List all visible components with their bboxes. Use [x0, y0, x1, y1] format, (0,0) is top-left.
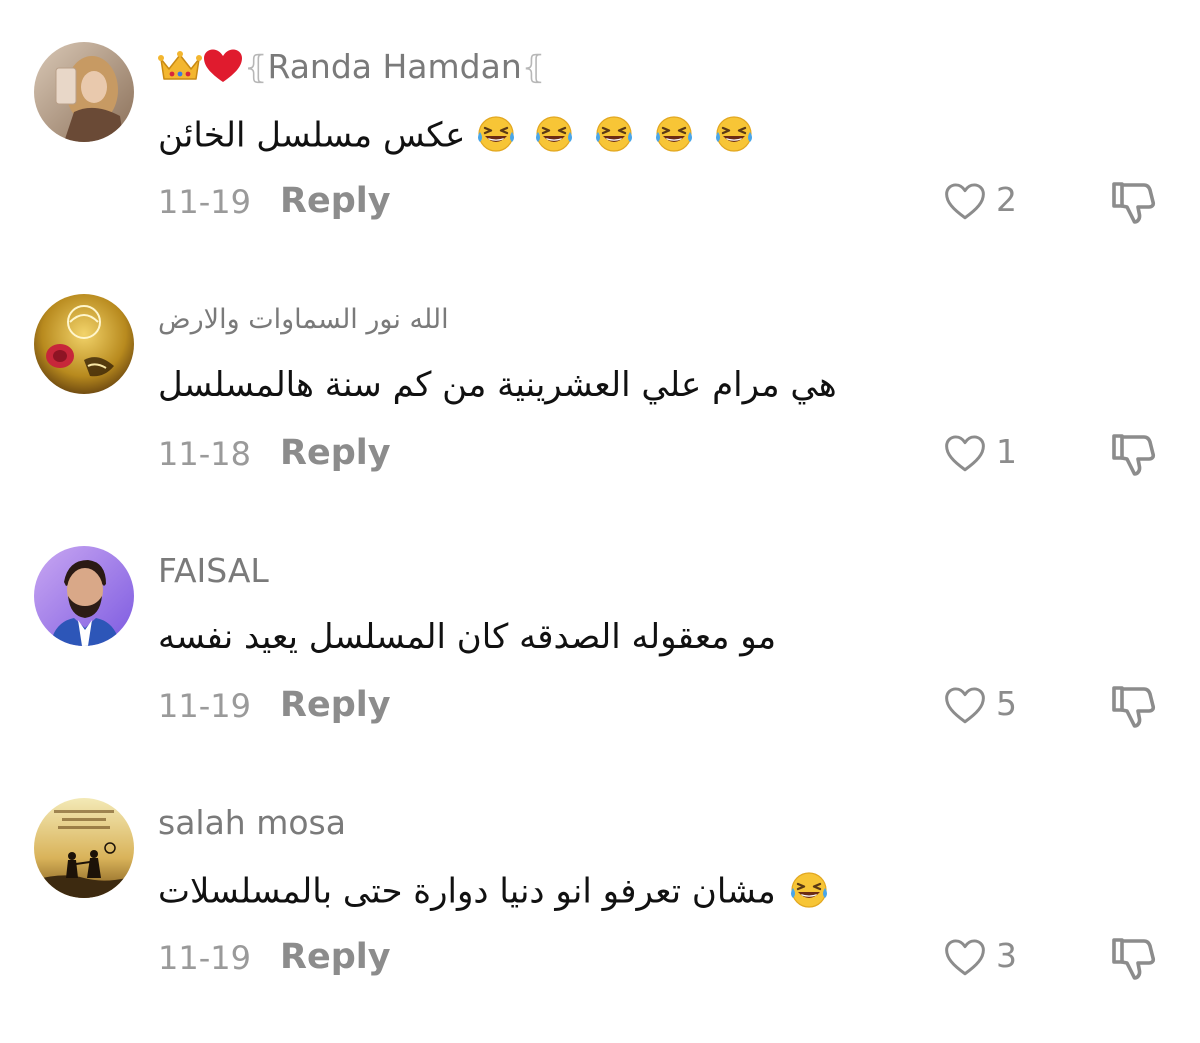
dislike-button[interactable] [1108, 430, 1158, 480]
like-count: 2 [996, 180, 1017, 219]
comment-text: مو معقوله الصدقه كان المسلسل يعيد نفسه [158, 617, 777, 657]
thumbs-down-icon [1112, 182, 1156, 224]
like-button[interactable]: 2 [944, 178, 1030, 226]
comment-item: ⦃Randa Hamdan⦃ عكس مسلسل الخائن 11-19 Re… [0, 0, 1200, 252]
red-heart-emoji [202, 48, 244, 89]
reply-button[interactable]: Reply [280, 436, 391, 471]
comment-body: مو معقوله الصدقه كان المسلسل يعيد نفسه [158, 620, 776, 654]
username[interactable]: salah mosa [158, 806, 346, 839]
decorative-bracket: ⦃ [244, 48, 268, 86]
heart-outline-icon [945, 939, 985, 976]
like-button[interactable]: 3 [944, 934, 1030, 982]
reply-button[interactable]: Reply [280, 688, 391, 723]
dislike-button[interactable] [1108, 934, 1158, 984]
crown-emoji [158, 49, 202, 88]
comment-date: 11-19 [158, 939, 251, 977]
like-button[interactable]: 5 [944, 682, 1030, 730]
comment-item: salah mosa مشان تعرفو انو دنيا دوارة حتى… [0, 756, 1200, 1008]
heart-outline-icon [945, 687, 985, 724]
comment-date: 11-18 [158, 435, 251, 473]
avatar[interactable] [34, 546, 134, 646]
heart-outline-icon [945, 183, 985, 220]
reply-button[interactable]: Reply [280, 184, 391, 219]
comment-date: 11-19 [158, 687, 251, 725]
emoji-row [476, 112, 766, 162]
comment-item: الله نور السماوات والارض هي مرام علي الع… [0, 252, 1200, 504]
username[interactable]: الله نور السماوات والارض [158, 306, 449, 333]
thumbs-down-icon [1112, 938, 1156, 980]
comment-body: مشان تعرفو انو دنيا دوارة حتى بالمسلسلات [158, 868, 835, 918]
thumbs-down-icon [1112, 434, 1156, 476]
dislike-button[interactable] [1108, 178, 1158, 228]
emoji-row [787, 868, 835, 918]
like-count: 5 [996, 684, 1017, 723]
comment-text: هي مرام علي العشرينية من كم سنة هالمسلسل [158, 365, 837, 405]
comment-date: 11-19 [158, 183, 251, 221]
like-count: 1 [996, 432, 1017, 471]
avatar[interactable] [34, 798, 134, 898]
laughing-tears-emoji [789, 871, 828, 909]
decorative-bracket: ⦃ [521, 48, 546, 86]
comment-body: هي مرام علي العشرينية من كم سنة هالمسلسل [158, 368, 837, 402]
username[interactable]: FAISAL [158, 554, 269, 587]
laughing-tears-emoji-group [477, 115, 754, 153]
like-count: 3 [996, 936, 1017, 975]
comment-body: عكس مسلسل الخائن [158, 112, 766, 162]
like-button[interactable]: 1 [944, 430, 1030, 478]
avatar[interactable] [34, 294, 134, 394]
comment-text: عكس مسلسل الخائن [158, 115, 466, 156]
username[interactable]: ⦃Randa Hamdan⦃ [158, 48, 545, 89]
heart-outline-icon [945, 435, 985, 472]
comment-item: FAISAL مو معقوله الصدقه كان المسلسل يعيد… [0, 504, 1200, 756]
dislike-button[interactable] [1108, 682, 1158, 732]
reply-button[interactable]: Reply [280, 940, 391, 975]
comment-text: مشان تعرفو انو دنيا دوارة حتى بالمسلسلات [158, 871, 776, 912]
username-text: Randa Hamdan [267, 47, 522, 86]
avatar[interactable] [34, 42, 134, 142]
thumbs-down-icon [1112, 686, 1156, 728]
